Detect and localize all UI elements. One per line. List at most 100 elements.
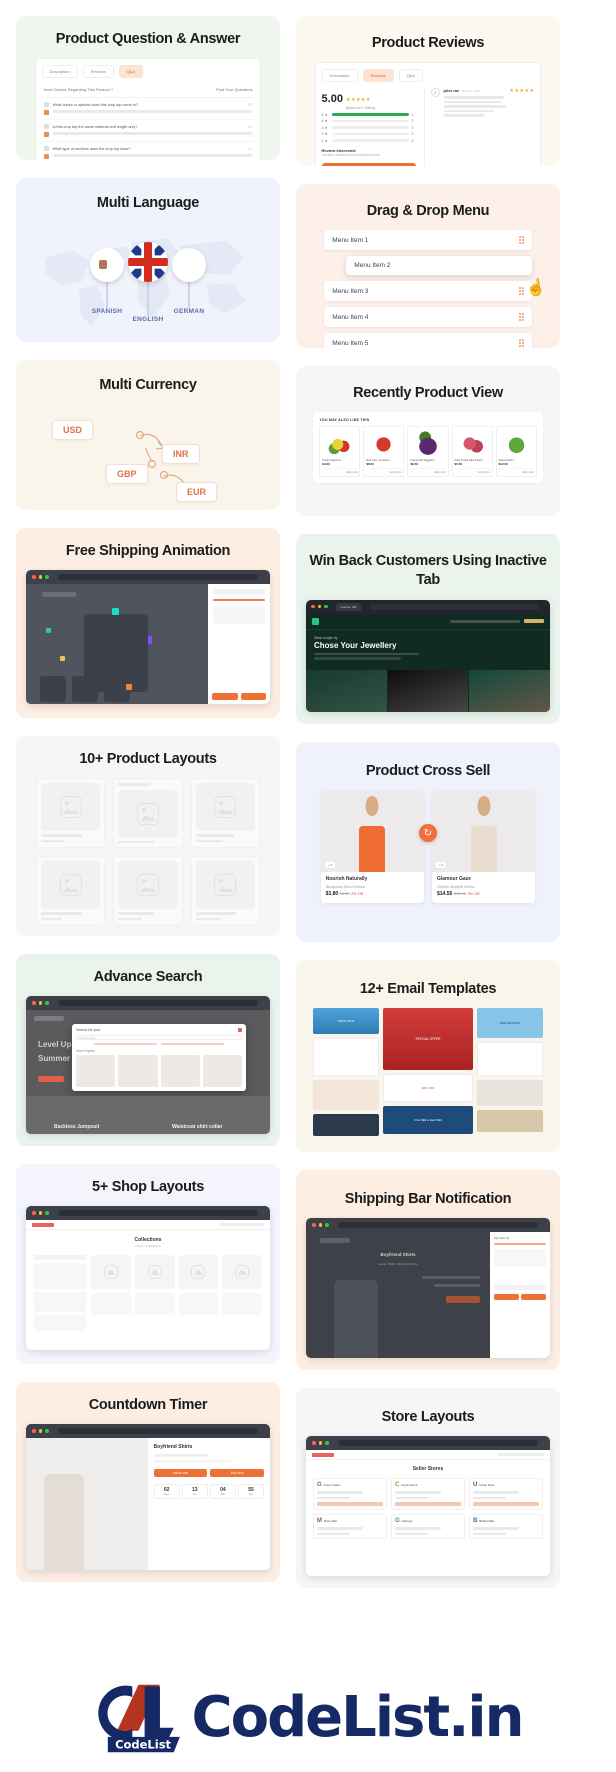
card-multi-currency: Multi Currency USD INR GBP EUR	[16, 360, 280, 510]
store-card[interactable]: C Crypto Net S.	[391, 1478, 465, 1511]
browser-url-bar[interactable]	[337, 1222, 538, 1229]
qa-ask-label[interactable]: Post Your Questions	[216, 87, 252, 92]
email-template-thumb[interactable]: SPECIAL OFFER	[415, 1037, 440, 1041]
store-card[interactable]: M Micro Mart	[313, 1514, 387, 1540]
browser-toolbar	[26, 1206, 270, 1221]
currency-chip-inr[interactable]: INR	[162, 444, 200, 465]
email-template-thumb[interactable]: 40% OFF	[383, 1074, 473, 1103]
reviews-tab-qa[interactable]: Q&A	[398, 69, 424, 83]
product-price: $5.00	[454, 462, 463, 467]
browser-url-bar[interactable]	[337, 1440, 538, 1447]
store-card[interactable]: G Glamour	[391, 1514, 465, 1540]
language-illustration: SPANISH ENGLISH GERMAN	[26, 222, 270, 330]
reviewer-name: john rae	[443, 88, 460, 94]
drag-handle-icon[interactable]	[518, 339, 524, 348]
search-modal-title: Search for your	[76, 1028, 101, 1033]
currency-chip-usd[interactable]: USD	[52, 420, 94, 441]
product-tile[interactable]: Dark Purple Ripe Peach $5.00 Add to cart	[451, 426, 493, 478]
refresh-swap-icon[interactable]: ↻	[419, 824, 437, 843]
language-pin-german[interactable]: GERMAN	[172, 248, 206, 315]
currency-chip-gbp[interactable]: GBP	[106, 464, 148, 485]
product-price: $3.80	[325, 891, 339, 898]
language-pin-english[interactable]: ENGLISH	[128, 242, 168, 323]
question-icon	[43, 124, 49, 130]
reviews-tab-reviews[interactable]: Reviews	[362, 69, 394, 83]
search-input[interactable]: Search here...	[76, 1035, 242, 1041]
rating-bar-count: 0	[411, 125, 414, 130]
cart-drawer: My Cart (1)	[490, 1232, 550, 1358]
qa-question: What colors or options does this crop to…	[52, 102, 138, 107]
layout-skeleton-card	[113, 778, 183, 849]
browser-toolbar: Inactive Tab	[306, 599, 550, 614]
rating-bar-row: 5 ★ 1	[322, 113, 416, 117]
product-tile[interactable]: Sweet Melon $12.00 Add to cart	[495, 426, 537, 478]
store-name: Micro Mart	[324, 1519, 338, 1524]
add-to-cart-button[interactable]: Add to cart	[366, 468, 402, 474]
add-review-button[interactable]: Add Review	[321, 162, 416, 166]
qa-tab-reviews[interactable]: Reviews	[82, 65, 114, 79]
drag-handle-icon[interactable]	[518, 313, 524, 322]
reviews-tabs: Description Reviews Q&A	[321, 69, 535, 83]
qa-tab-description[interactable]: Description	[41, 65, 78, 79]
language-pin-spanish[interactable]: SPANISH	[90, 248, 124, 315]
add-to-cart-button[interactable]: Add to cart	[498, 468, 534, 474]
add-to-cart-button[interactable]: Add to cart	[322, 468, 358, 474]
cross-sell-card[interactable]: + 0 Nourish Naturally Strapless Short Dr…	[320, 790, 424, 904]
qa-tab-qa[interactable]: Q&A	[118, 65, 144, 79]
menu-item[interactable]: Menu Item 1	[324, 230, 532, 251]
visit-store-button[interactable]	[395, 1502, 461, 1507]
browser-toolbar	[26, 570, 270, 585]
menu-item-dragging[interactable]: Menu Item 2	[346, 256, 532, 276]
buy-now-button[interactable]: Buy Now	[210, 1469, 264, 1478]
menu-item[interactable]: Menu Item 5	[324, 333, 532, 348]
page-title: Collections	[134, 1237, 162, 1244]
store-card[interactable]: U Urban Store	[469, 1478, 543, 1511]
inactive-browser-tab[interactable]: Inactive Tab	[335, 602, 362, 611]
visit-store-button[interactable]	[317, 1502, 383, 1507]
answer-icon	[43, 154, 49, 160]
browser-url-bar[interactable]	[57, 1428, 258, 1435]
browser-url-bar[interactable]	[57, 574, 258, 581]
add-to-cart-button[interactable]: Add to cart	[454, 468, 490, 474]
image-placeholder-icon	[147, 1265, 162, 1280]
product-caption: Waistcoat shirt collar	[172, 1124, 223, 1131]
add-to-cart-button[interactable]: Add to cart	[410, 468, 446, 474]
email-template-thumb[interactable]: NEW SEASON	[476, 1008, 543, 1039]
image-placeholder-icon	[59, 874, 82, 897]
product-price: $8.00	[366, 462, 374, 467]
close-icon[interactable]	[238, 1028, 242, 1033]
add-to-cart-button[interactable]: Add to cart	[153, 1469, 208, 1478]
shop-layouts-browser-mock: Collections Home / Collections	[26, 1206, 270, 1351]
menu-item[interactable]: Menu Item 3	[324, 281, 532, 302]
store-card[interactable]: B Briliant Mart	[469, 1514, 543, 1540]
store-initial: B	[473, 1518, 478, 1525]
countdown-unit: Days	[163, 1493, 170, 1497]
reviews-tab-description[interactable]: Description	[321, 69, 358, 83]
free-shipping-browser-mock	[26, 570, 270, 705]
email-template-thumb[interactable]: BACK 50 %	[313, 1008, 380, 1035]
menu-item[interactable]: Menu Item 4	[324, 307, 532, 328]
product-description: Stretch Bodyfit Dress	[437, 883, 475, 889]
card-product-layouts: 10+ Product Layouts	[16, 736, 280, 936]
store-initial: U	[473, 1482, 478, 1489]
visit-store-button[interactable]	[473, 1502, 539, 1507]
cross-sell-card[interactable]: + 0 Glamour Gaze Stretch Bodyfit Dress $…	[432, 790, 536, 904]
product-tile[interactable]: Red Juicy Tomatoes $8.00 Add to cart	[363, 426, 405, 478]
qa-tabs: Description Reviews Q&A	[41, 65, 255, 79]
card-title: 12+ Email Templates	[359, 981, 497, 997]
rating-bar-row: 1 ★ 0	[322, 139, 416, 143]
email-template-thumb[interactable]: 3 For $99 or Each $40	[383, 1106, 473, 1135]
card-shipping-bar-notification: Shipping Bar Notification Boyfriend Shir…	[296, 1170, 560, 1370]
product-price: $14.55	[437, 891, 453, 898]
image-placeholder-icon	[235, 1265, 250, 1280]
browser-url-bar[interactable]	[57, 1000, 258, 1007]
browser-url-bar[interactable]	[57, 1210, 258, 1217]
rating-bar-count: 1	[411, 112, 414, 117]
drag-handle-icon[interactable]	[518, 236, 524, 245]
store-card[interactable]: G Green Cakes	[313, 1478, 387, 1511]
card-title: 10+ Product Layouts	[79, 751, 217, 767]
currency-chip-eur[interactable]: EUR	[176, 482, 218, 503]
product-tile[interactable]: Purple Mini Eggplant $9.50 Add to cart	[407, 426, 449, 478]
product-tile[interactable]: Fresh Capsicum $4.00 Add to cart	[319, 426, 361, 478]
drag-handle-icon[interactable]	[518, 287, 524, 296]
